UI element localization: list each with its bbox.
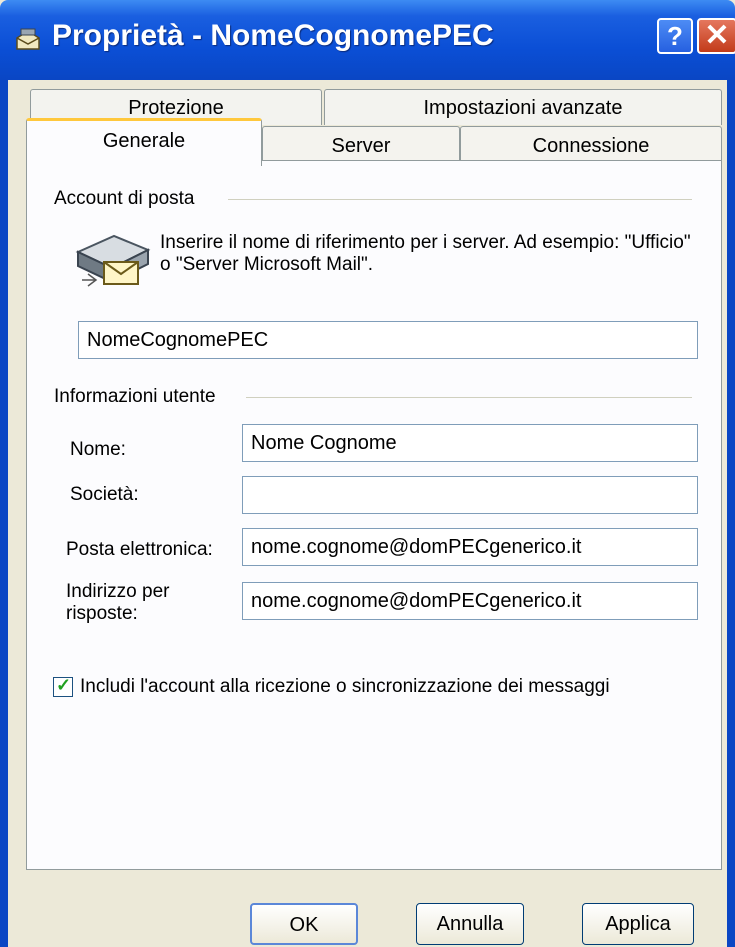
include-account-label[interactable]: Includi l'account alla ricezione o sincr… [80,676,610,698]
reply-address-input[interactable]: nome.cognome@domPECgenerico.it [242,582,698,620]
group-label-mail-account: Account di posta [54,188,203,210]
name-label: Nome: [70,439,126,460]
group-divider [246,397,692,398]
company-label: Società: [70,484,139,505]
email-label: Posta elettronica: [66,539,213,560]
company-input[interactable] [242,476,698,514]
properties-dialog: Proprietà - NomeCognomePEC ? ✕ Protezion… [0,0,735,947]
name-input[interactable]: Nome Cognome [242,424,698,462]
group-divider [228,199,692,200]
reply-address-label: Indirizzo per risposte: [66,581,170,624]
email-input[interactable]: nome.cognome@domPECgenerico.it [242,528,698,566]
group-label-user-info: Informazioni utente [54,386,224,408]
mail-account-description: Inserire il nome di riferimento per i se… [160,232,691,275]
account-name-input[interactable]: NomeCognomePEC [78,321,698,359]
checkmark-icon: ✓ [56,675,72,695]
include-account-checkbox[interactable]: ✓ [53,675,73,697]
mail-server-icon [75,234,151,287]
